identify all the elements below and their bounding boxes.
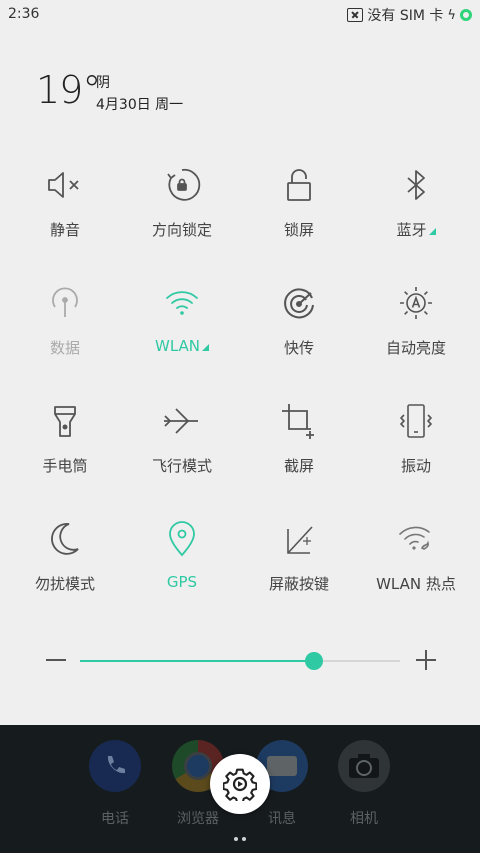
tile-label: 数据 — [49, 339, 80, 357]
no-sim-icon — [347, 8, 364, 22]
wifi-icon — [166, 291, 198, 315]
tile-wlan[interactable]: WLAN — [122, 283, 242, 393]
settings-button[interactable] — [210, 754, 270, 814]
dock-app-label: 相机 — [350, 811, 378, 827]
tile-auto-brightness[interactable]: 自动亮度 — [356, 283, 476, 393]
expand-icon[interactable] — [202, 344, 209, 351]
charging-icon: ϟ — [447, 7, 456, 23]
tile-label: 方向锁定 — [151, 221, 212, 239]
tile-label: 静音 — [49, 221, 80, 239]
block-keys-icon — [287, 526, 313, 554]
tile-label: GPS — [166, 573, 198, 591]
phone-icon — [89, 740, 141, 792]
tile-do-not-disturb[interactable]: 勿扰模式 — [5, 519, 125, 629]
tile-label: WLAN — [154, 337, 200, 355]
tile-quick-transfer[interactable]: 快传 — [239, 283, 359, 393]
tile-screenshot[interactable]: 截屏 — [239, 401, 359, 511]
page-indicator — [232, 826, 248, 845]
tile-label: 截屏 — [283, 457, 314, 475]
tile-label: WLAN 热点 — [376, 575, 456, 593]
flashlight-icon — [54, 406, 76, 437]
weather-condition: 阴 — [96, 75, 110, 91]
tile-label: 快传 — [283, 339, 314, 357]
tile-label: 屏蔽按键 — [268, 575, 329, 593]
brightness-thumb[interactable] — [304, 652, 323, 670]
rotation-lock-icon — [167, 168, 201, 201]
weather-date: 4月30日 周一 — [96, 97, 184, 113]
weather-details: 阴 4月30日 周一 — [96, 72, 183, 116]
dock-app-camera[interactable]: 相机 — [319, 740, 409, 828]
tile-airplane[interactable]: 飞行模式 — [122, 401, 242, 511]
status-time: 2:36 — [8, 6, 40, 22]
brightness-fill — [80, 660, 314, 662]
bluetooth-icon — [407, 170, 425, 200]
status-right: 没有 SIM 卡 ϟ — [347, 5, 472, 25]
page-dot — [242, 837, 246, 841]
temperature: 19° — [36, 68, 101, 112]
tile-mobile-data[interactable]: 数据 — [5, 283, 125, 393]
gear-icon — [223, 768, 257, 801]
tile-rotation-lock[interactable]: 方向锁定 — [122, 165, 242, 275]
mobile-data-icon — [52, 287, 78, 317]
tile-label-wrap: WLAN — [122, 337, 242, 355]
tile-label: 自动亮度 — [385, 339, 446, 357]
tile-label: 振动 — [400, 457, 431, 475]
tile-label: 手电筒 — [42, 457, 88, 475]
tile-bluetooth[interactable]: 蓝牙 — [356, 165, 476, 275]
tile-hotspot[interactable]: WLAN 热点 — [356, 519, 476, 629]
tile-lock-screen[interactable]: 锁屏 — [239, 165, 359, 275]
brightness-increase-icon[interactable] — [416, 650, 436, 670]
brightness-slider[interactable] — [80, 652, 400, 670]
tile-label: 飞行模式 — [151, 457, 212, 475]
tile-label: 勿扰模式 — [34, 575, 95, 593]
carrier-text: 没有 SIM 卡 — [367, 8, 444, 24]
tile-label-wrap: 蓝牙 — [356, 219, 476, 240]
brightness-control — [40, 640, 440, 680]
page-dot — [234, 837, 238, 841]
quick-transfer-icon — [284, 288, 314, 319]
lock-icon — [287, 169, 311, 201]
tile-label: 蓝牙 — [396, 221, 427, 239]
tile-vibrate[interactable]: 振动 — [356, 401, 476, 511]
expand-icon[interactable] — [428, 228, 436, 235]
dock-app-phone[interactable]: 电话 — [70, 740, 160, 828]
status-bar: 2:36 没有 SIM 卡 ϟ — [0, 0, 480, 28]
dock-app-label: 电话 — [101, 811, 129, 827]
screenshot-icon — [282, 404, 314, 439]
brightness-decrease-icon[interactable] — [46, 659, 66, 661]
tile-mute[interactable]: 静音 — [5, 165, 125, 275]
tile-label: 锁屏 — [283, 221, 314, 239]
airplane-icon — [164, 408, 198, 434]
tile-gps[interactable]: GPS — [122, 519, 242, 629]
tile-block-keys[interactable]: 屏蔽按键 — [239, 519, 359, 629]
tile-flashlight[interactable]: 手电筒 — [5, 401, 125, 511]
vibrate-icon — [400, 404, 432, 438]
camera-icon — [338, 740, 390, 792]
mute-icon — [48, 172, 79, 198]
location-icon — [169, 521, 195, 557]
moon-icon — [51, 522, 79, 555]
auto-brightness-icon — [400, 287, 432, 319]
battery-icon — [460, 9, 472, 21]
hotspot-icon — [399, 526, 430, 550]
